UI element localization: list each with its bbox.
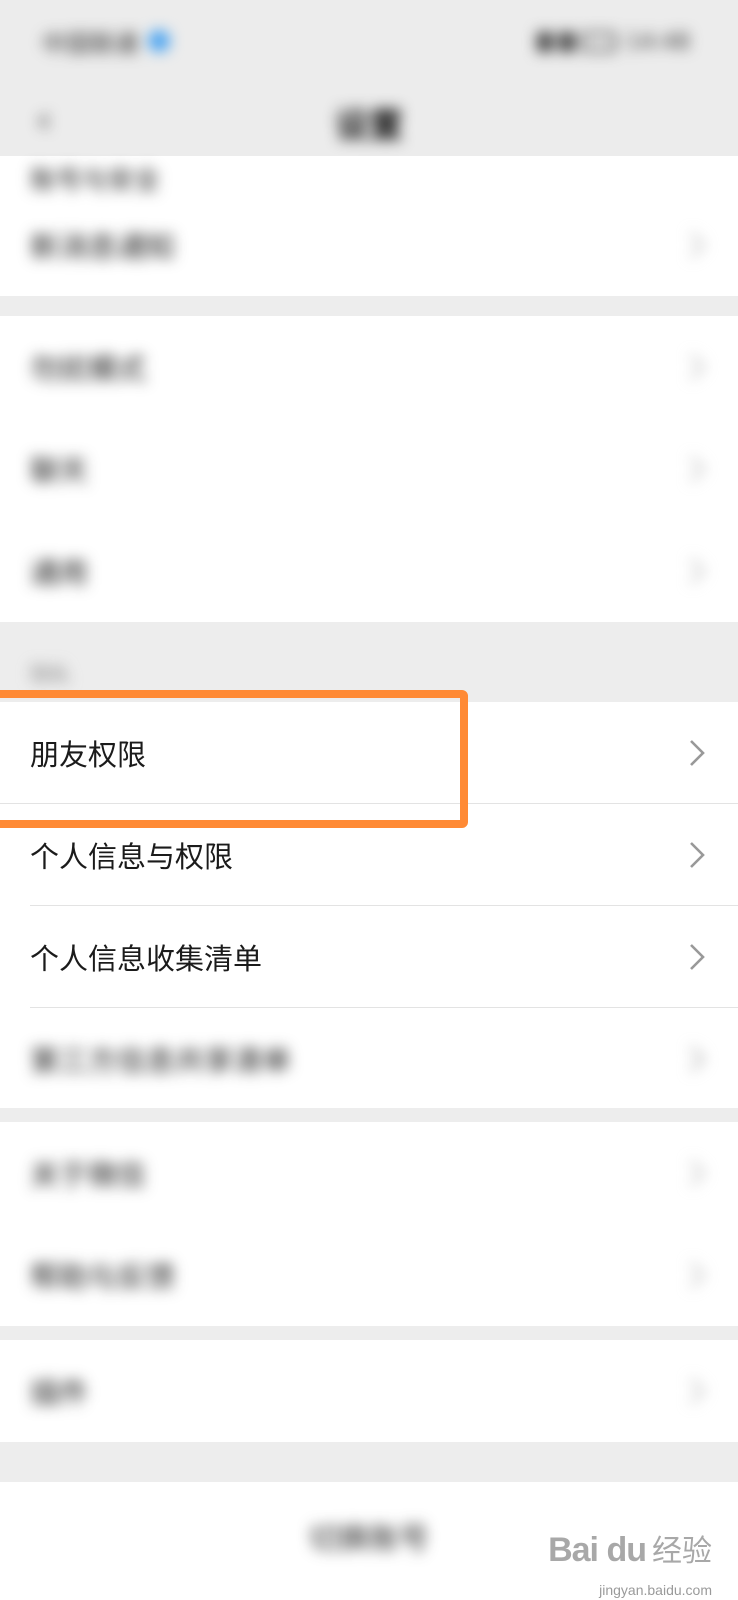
settings-group-account: 账号与安全 新消息通知	[0, 156, 738, 296]
row-label: 账号与安全	[30, 166, 161, 196]
list-item-personal-info-collection[interactable]: 个人信息收集清单	[0, 906, 738, 1008]
battery-icon	[580, 32, 617, 52]
watermark-url: jingyan.baidu.com	[599, 1582, 712, 1598]
section-header-label: 隐私	[30, 662, 70, 686]
chevron-right-icon	[682, 1376, 712, 1406]
chevron-right-icon	[682, 230, 712, 260]
chevron-right-icon	[682, 454, 712, 484]
list-item[interactable]: 插件	[0, 1340, 738, 1442]
row-label: 勿扰模式	[30, 352, 147, 386]
settings-group-plugins: 插件	[0, 1340, 738, 1442]
chevron-right-icon	[682, 1260, 712, 1290]
chevron-right-icon	[682, 352, 712, 382]
row-label: 帮助与反馈	[30, 1260, 176, 1294]
nav-bar: ‹ 设置	[0, 86, 738, 156]
watermark: Bai du 经验	[548, 1526, 712, 1570]
watermark-logo: Bai du	[548, 1531, 647, 1569]
chevron-right-icon	[682, 1158, 712, 1188]
wifi-icon	[148, 30, 170, 52]
row-label: 个人信息与权限	[30, 840, 234, 874]
chevron-right-icon	[682, 942, 712, 972]
list-item[interactable]: 关于微信	[0, 1122, 738, 1224]
list-item[interactable]: 勿扰模式	[0, 316, 738, 418]
status-bar: 中国联通 14:48	[0, 0, 738, 86]
settings-group-general: 勿扰模式 聊天 通用	[0, 316, 738, 622]
status-left: 中国联通	[42, 26, 170, 58]
row-label: 第三方信息共享清单	[30, 1044, 292, 1078]
chevron-right-icon	[682, 840, 712, 870]
list-item[interactable]: 帮助与反馈	[0, 1224, 738, 1326]
list-item[interactable]: 聊天	[0, 418, 738, 520]
chevron-right-icon	[682, 738, 712, 768]
row-label: 通用	[30, 556, 89, 590]
highlight-box	[0, 690, 468, 828]
chevron-right-icon	[682, 1044, 712, 1074]
signal-icon	[558, 32, 575, 52]
list-item[interactable]: 通用	[0, 520, 738, 622]
row-label: 聊天	[30, 454, 89, 488]
status-time: 14:48	[626, 29, 690, 55]
settings-group-about: 关于微信 帮助与反馈	[0, 1122, 738, 1326]
row-label: 个人信息收集清单	[30, 942, 263, 976]
chevron-right-icon	[682, 556, 712, 586]
page-title: 设置	[335, 106, 403, 146]
row-label: 新消息通知	[30, 230, 176, 264]
carrier-label: 中国联通	[42, 29, 138, 58]
list-item[interactable]: 账号与安全	[0, 156, 738, 196]
status-right: 14:48	[536, 28, 690, 56]
watermark-text: 经验	[652, 1534, 712, 1569]
row-label: 插件	[30, 1376, 89, 1410]
signal-icon	[536, 32, 553, 52]
row-label: 关于微信	[30, 1158, 147, 1192]
list-item-third-party-sharing[interactable]: 第三方信息共享清单	[0, 1008, 738, 1110]
list-item[interactable]: 新消息通知	[0, 194, 738, 296]
